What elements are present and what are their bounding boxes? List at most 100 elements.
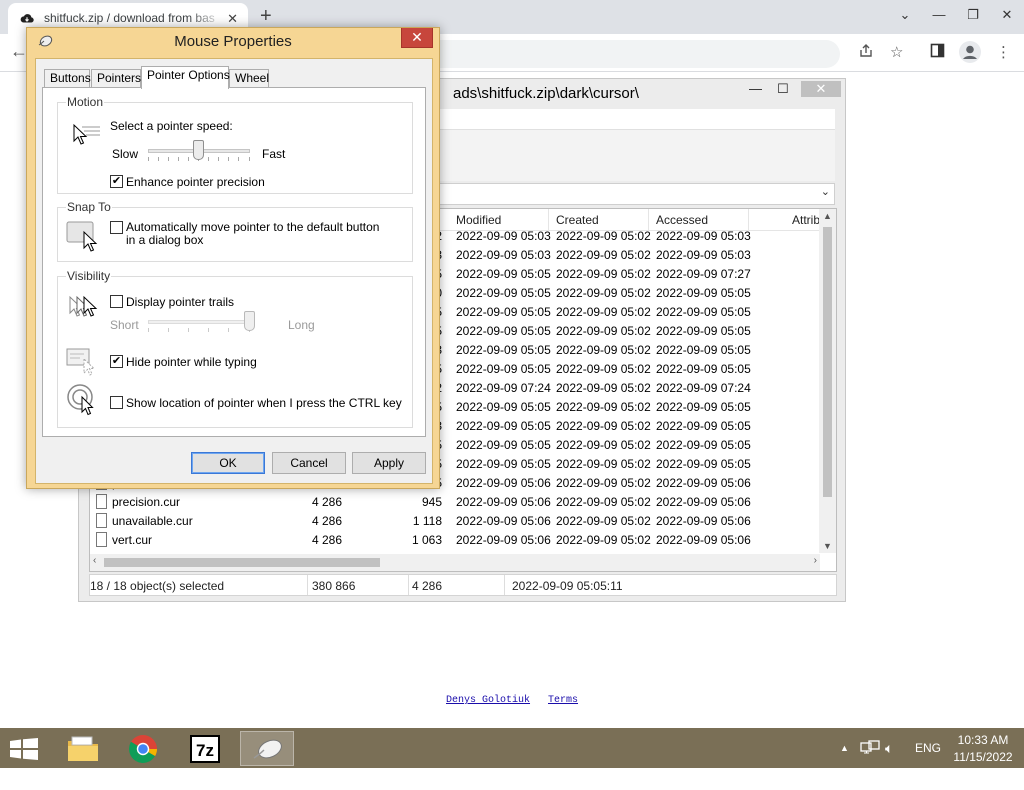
file-name: unavailable.cur xyxy=(112,514,193,528)
snap-to-legend: Snap To xyxy=(66,200,112,214)
snap-to-default-label: Automatically move pointer to the defaul… xyxy=(126,220,380,247)
bookmark-star-icon[interactable]: ☆ xyxy=(890,43,903,61)
snap-to-default-checkbox[interactable] xyxy=(110,221,123,234)
file-modified: 2022-09-09 05:05 xyxy=(456,400,551,414)
taskbar-7zip[interactable]: 7z xyxy=(178,731,232,766)
file-accessed: 2022-09-09 05:06 xyxy=(656,476,751,490)
tab-close-icon[interactable]: ✕ xyxy=(227,11,238,27)
tab-pointers[interactable]: Pointers xyxy=(91,69,141,88)
address-bar[interactable] xyxy=(420,40,840,68)
file-created: 2022-09-09 05:02 xyxy=(556,286,651,300)
cancel-button[interactable]: Cancel xyxy=(272,452,346,474)
minimize-icon[interactable]: — xyxy=(922,0,956,34)
clock-date[interactable]: 11/15/2022 xyxy=(950,750,1016,790)
file-modified: 2022-09-09 05:05 xyxy=(456,343,551,357)
file-accessed: 2022-09-09 05:03 xyxy=(656,248,751,262)
pointer-speed-label: Select a pointer speed: xyxy=(110,119,233,133)
file-created: 2022-09-09 05:02 xyxy=(556,438,651,452)
sevenzip-icon: 7z xyxy=(190,735,220,763)
file-modified: 2022-09-09 05:05 xyxy=(456,324,551,338)
file-created: 2022-09-09 05:02 xyxy=(556,248,651,262)
enhance-precision-checkbox[interactable]: ✔ xyxy=(110,175,123,188)
sevenzip-maximize-icon[interactable]: ☐ xyxy=(777,81,789,97)
file-created: 2022-09-09 05:02 xyxy=(556,267,651,281)
snap-to-group: Snap To Automatically move pointer to th… xyxy=(57,200,413,262)
file-created: 2022-09-09 05:02 xyxy=(556,400,651,414)
file-created: 2022-09-09 05:02 xyxy=(556,324,651,338)
motion-group: Motion Select a pointer speed: Slow Fast… xyxy=(57,95,413,194)
scroll-up-arrow-icon[interactable]: ▲ xyxy=(823,211,832,221)
file-created: 2022-09-09 05:02 xyxy=(556,362,651,376)
vertical-scroll-thumb[interactable] xyxy=(823,227,832,497)
file-accessed: 2022-09-09 05:03 xyxy=(656,229,751,243)
file-accessed: 2022-09-09 05:05 xyxy=(656,286,751,300)
fast-label: Fast xyxy=(262,147,286,161)
scroll-down-arrow-icon[interactable]: ▼ xyxy=(823,541,832,551)
taskbar-file-explorer[interactable] xyxy=(56,731,110,766)
tray-overflow-icon[interactable]: ▲ xyxy=(840,728,849,768)
scroll-left-arrow-icon[interactable]: ‹ xyxy=(93,555,96,566)
profile-avatar-icon[interactable] xyxy=(958,40,982,64)
volume-icon[interactable]: 🔈︎ xyxy=(885,728,893,768)
file-accessed: 2022-09-09 05:05 xyxy=(656,305,751,319)
pointer-speed-slider[interactable] xyxy=(193,140,204,160)
pointer-trails-slider[interactable] xyxy=(244,311,255,331)
column-header-accessed[interactable]: Accessed xyxy=(656,213,708,227)
file-created: 2022-09-09 05:02 xyxy=(556,229,651,243)
file-modified: 2022-09-09 05:03 xyxy=(456,248,551,262)
restore-icon[interactable]: ❐ xyxy=(956,0,990,34)
motion-legend: Motion xyxy=(66,95,105,109)
pointer-trails-checkbox[interactable] xyxy=(110,295,123,308)
taskbar-mouse-properties[interactable] xyxy=(240,731,294,766)
table-row[interactable]: precision.cur 4 286 945 2022-09-09 05:06 202… xyxy=(90,493,820,512)
taskbar-chrome[interactable] xyxy=(116,731,170,766)
column-header-modified[interactable]: Modified xyxy=(456,213,501,227)
hide-pointer-typing-checkbox[interactable]: ✔ xyxy=(110,355,123,368)
share-icon[interactable] xyxy=(858,43,874,59)
status-modified: 2022-09-09 05:05:11 xyxy=(512,579,623,593)
new-tab-button[interactable]: + xyxy=(260,5,272,28)
file-accessed: 2022-09-09 05:06 xyxy=(656,533,751,547)
file-list-horizontal-scrollbar[interactable]: ‹ › xyxy=(90,554,820,571)
tab-search-chevron-icon[interactable]: ⌄ xyxy=(888,0,922,34)
file-accessed: 2022-09-09 05:05 xyxy=(656,419,751,433)
file-explorer-icon xyxy=(68,736,98,761)
file-accessed: 2022-09-09 05:05 xyxy=(656,438,751,452)
file-list-vertical-scrollbar[interactable]: ▲ ▼ xyxy=(819,209,836,553)
side-panel-icon[interactable] xyxy=(930,43,945,58)
file-modified: 2022-09-09 05:05 xyxy=(456,438,551,452)
table-row[interactable]: unavailable.cur 4 286 1 118 2022-09-09 05:0… xyxy=(90,512,820,531)
path-dropdown-chevron-icon[interactable]: ⌄ xyxy=(821,185,830,198)
author-link[interactable]: Denys Golotiuk xyxy=(446,695,530,706)
dialog-close-button[interactable]: ✕ xyxy=(401,28,433,48)
network-icon[interactable] xyxy=(860,740,880,756)
apply-button[interactable]: Apply xyxy=(352,452,426,474)
file-accessed: 2022-09-09 05:05 xyxy=(656,324,751,338)
language-indicator[interactable]: ENG xyxy=(915,728,941,768)
file-created: 2022-09-09 05:02 xyxy=(556,476,651,490)
ok-button[interactable]: OK xyxy=(191,452,265,474)
file-accessed: 2022-09-09 07:24 xyxy=(656,381,751,395)
close-icon[interactable]: ✕ xyxy=(990,0,1024,34)
tab-pointer-options[interactable]: Pointer Options xyxy=(141,66,230,89)
file-modified: 2022-09-09 05:06 xyxy=(456,476,551,490)
tab-wheel[interactable]: Wheel xyxy=(229,69,269,88)
tab-buttons[interactable]: Buttons xyxy=(44,69,91,88)
horizontal-scroll-thumb[interactable] xyxy=(104,558,380,567)
sevenzip-minimize-icon[interactable]: — xyxy=(749,81,762,96)
file-created: 2022-09-09 05:02 xyxy=(556,343,651,357)
terms-link[interactable]: Terms xyxy=(548,695,578,706)
column-header-attributes[interactable]: Attrib xyxy=(792,213,820,227)
show-location-ctrl-checkbox[interactable] xyxy=(110,396,123,409)
long-label: Long xyxy=(288,318,315,332)
chrome-menu-icon[interactable]: ⋮ xyxy=(996,43,1011,61)
sevenzip-close-icon[interactable]: ✕ xyxy=(801,81,841,97)
column-header-created[interactable]: Created xyxy=(556,213,599,227)
windows-start-icon[interactable] xyxy=(10,738,38,760)
table-row[interactable]: vert.cur 4 286 1 063 2022-09-09 05:06 2022-0… xyxy=(90,531,820,550)
visibility-legend: Visibility xyxy=(66,269,112,283)
dialog-body: Buttons Pointers Pointer Options Wheel M… xyxy=(35,58,433,484)
scroll-right-arrow-icon[interactable]: › xyxy=(814,555,817,566)
file-modified: 2022-09-09 05:05 xyxy=(456,362,551,376)
file-accessed: 2022-09-09 05:06 xyxy=(656,495,751,509)
